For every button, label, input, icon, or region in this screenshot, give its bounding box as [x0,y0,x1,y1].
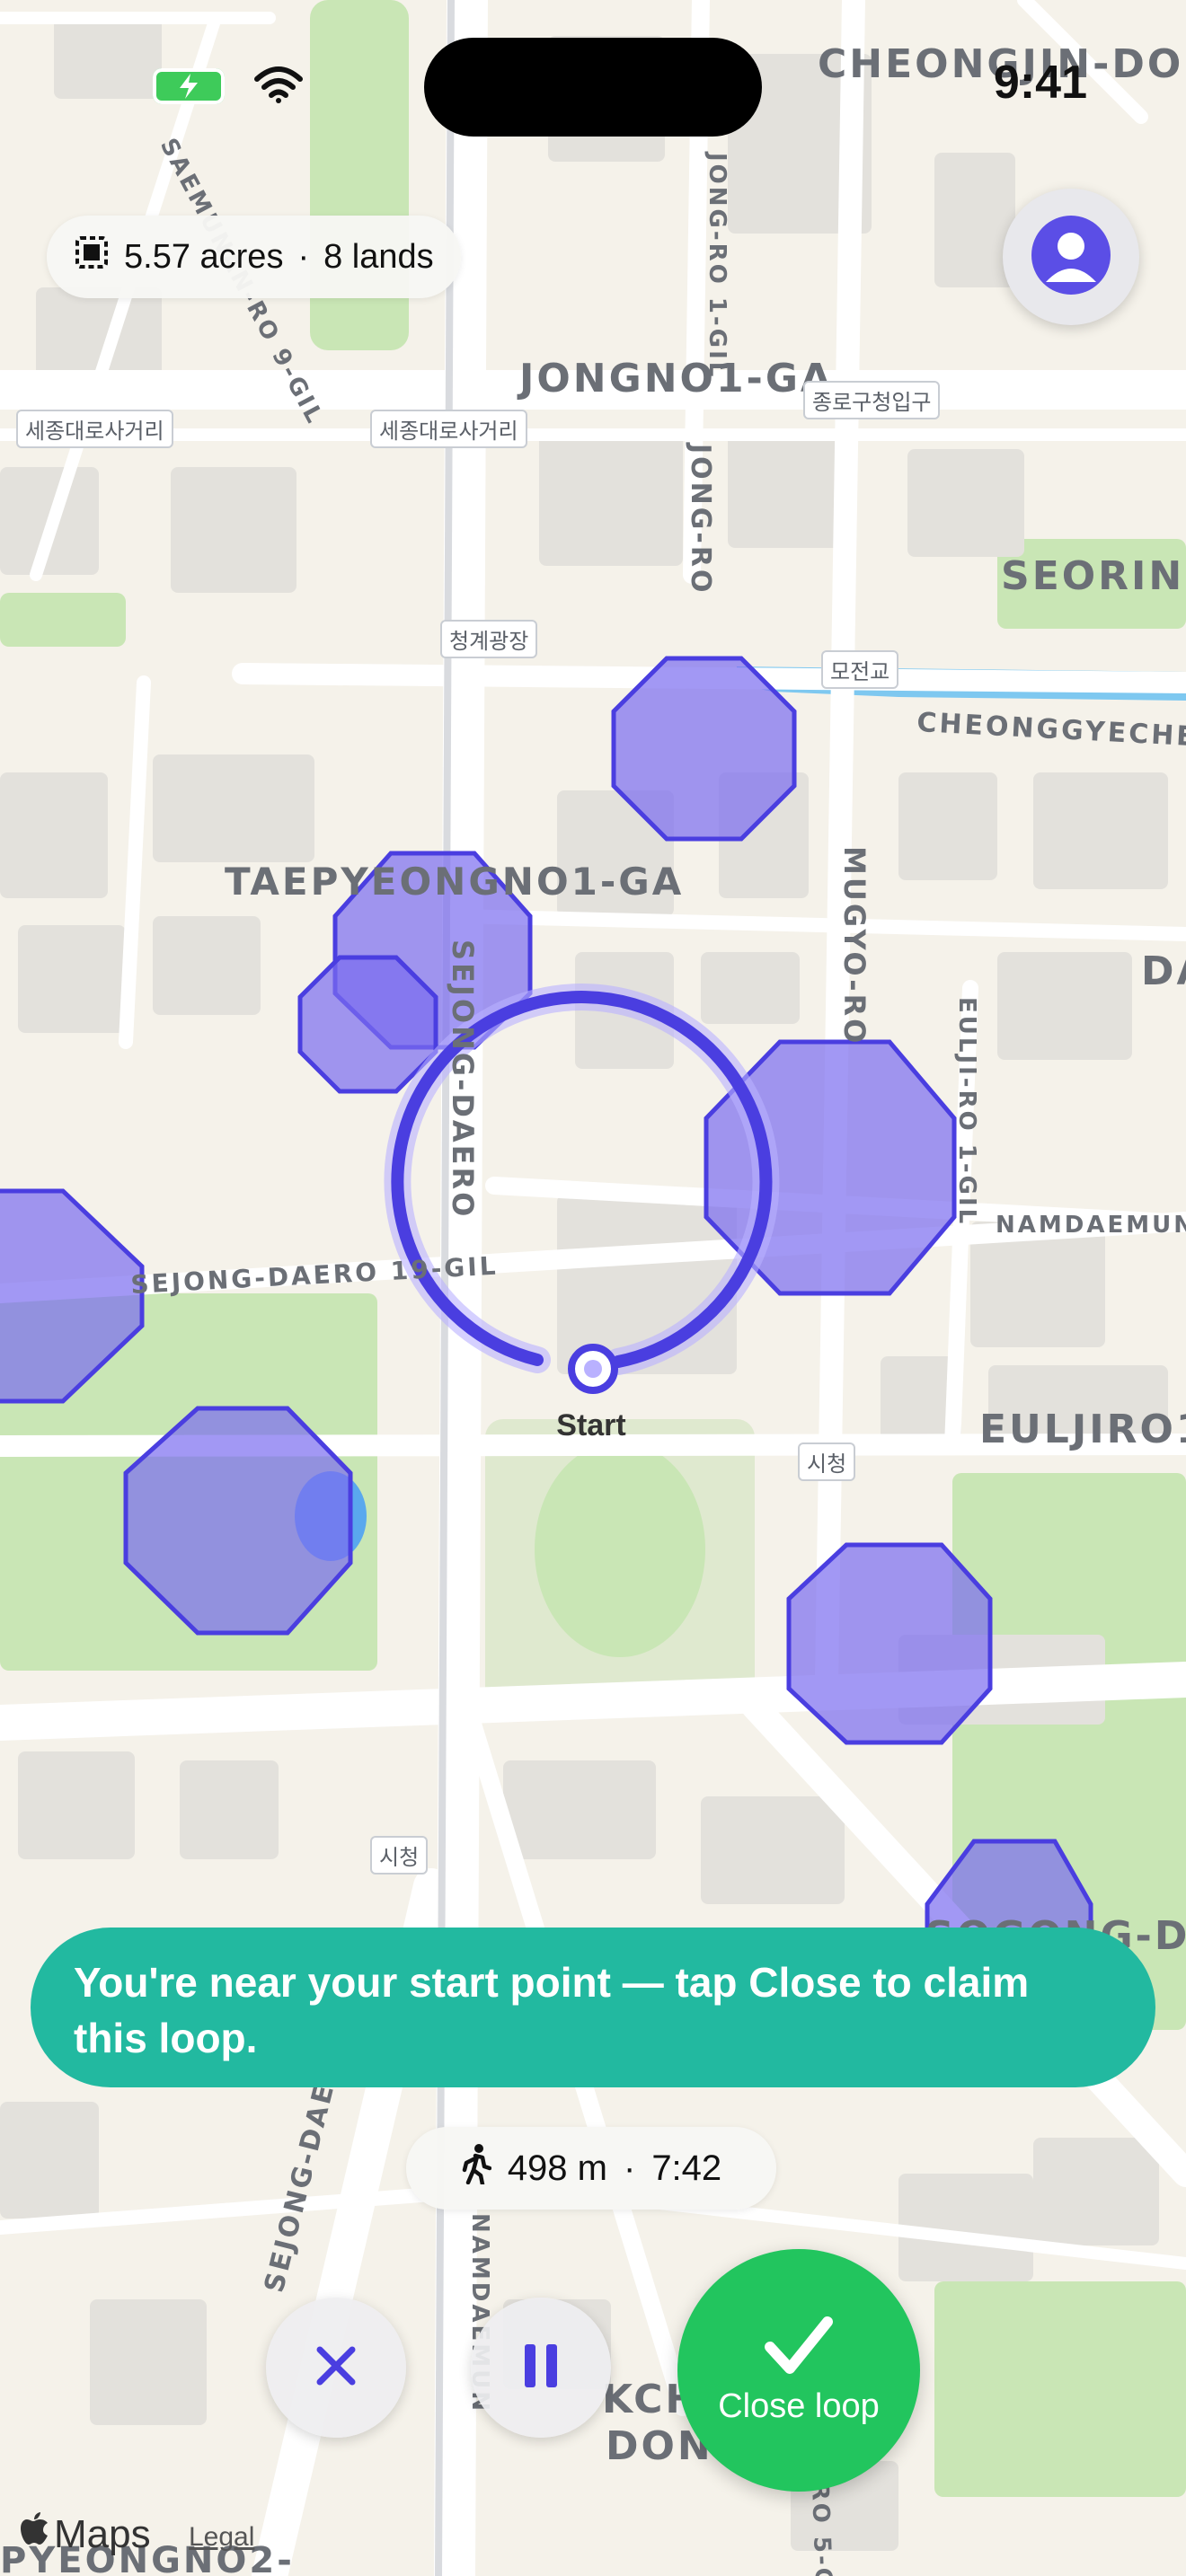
district-label: SEORIN-D [1001,553,1186,599]
road-label: NAMDAEMUN-R [996,1212,1186,1239]
pause-icon [521,2342,561,2394]
area-summary-pill[interactable]: 5.57 acres · 8 lands [47,216,461,298]
wifi-icon [253,65,304,109]
dynamic-island [424,38,762,137]
road-label: JONG-RO 1-GIL [704,151,730,379]
district-label: TAEPYEONGNO1-GA [225,860,684,904]
banner-text: You're near your start point — tap Close… [74,1959,1030,2061]
legal-link[interactable]: Legal [189,2522,254,2553]
road-label: JONG-RO [685,442,716,595]
place-tag: 종로구청입구 [803,381,941,419]
run-stats-pill: 498 m · 7:42 [406,2127,776,2210]
start-label: Start [556,1408,625,1442]
territory-1 [611,656,797,842]
distance-value: 498 m [507,2148,607,2188]
battery-icon [153,68,225,104]
district-label: DA [1141,948,1186,994]
checkmark-icon [763,2315,835,2382]
person-icon [1030,214,1112,301]
place-tag: 시청 [798,1442,856,1481]
district-label: EULJIRO1- [979,1407,1186,1452]
area-select-icon [74,234,110,279]
place-tag: 세종대로사거리 [370,410,527,448]
acres-value: 5.57 acres [124,237,284,276]
place-tag: 청계광장 [440,620,538,658]
maps-label: Maps [54,2511,151,2556]
place-tag: 시청 [370,1836,429,1875]
pause-button[interactable] [471,2298,611,2438]
close-loop-button[interactable]: Close loop [677,2249,920,2492]
territory-7 [786,1542,993,1745]
road-label: SEJONG-DAERO [446,940,480,1219]
territory-3 [297,955,438,1094]
road-label: MUGYO-RO [837,846,872,1045]
district-label: JONGNO1-GA [517,356,834,401]
status-bar: 9:41 [0,0,1186,137]
apple-icon [20,2511,50,2557]
separator-dot: · [297,237,310,276]
road-label: EULJI-RO 1-GIL [953,997,980,1226]
apple-maps-logo: Maps [20,2511,151,2557]
separator-dot: · [623,2148,636,2188]
place-tag: 세종대로사거리 [16,410,173,448]
duration-value: 7:42 [651,2148,722,2188]
cancel-button[interactable] [266,2298,406,2438]
road-label: RO 5-GIL [806,2482,837,2576]
walking-icon [461,2143,492,2193]
close-loop-label: Close loop [718,2387,880,2425]
near-start-banner: You're near your start point — tap Close… [31,1928,1155,2087]
profile-button[interactable] [1003,189,1139,325]
lands-count: 8 lands [323,237,434,276]
status-time: 9:41 [993,57,1087,109]
place-tag: 모전교 [821,650,899,689]
close-icon [311,2341,361,2395]
